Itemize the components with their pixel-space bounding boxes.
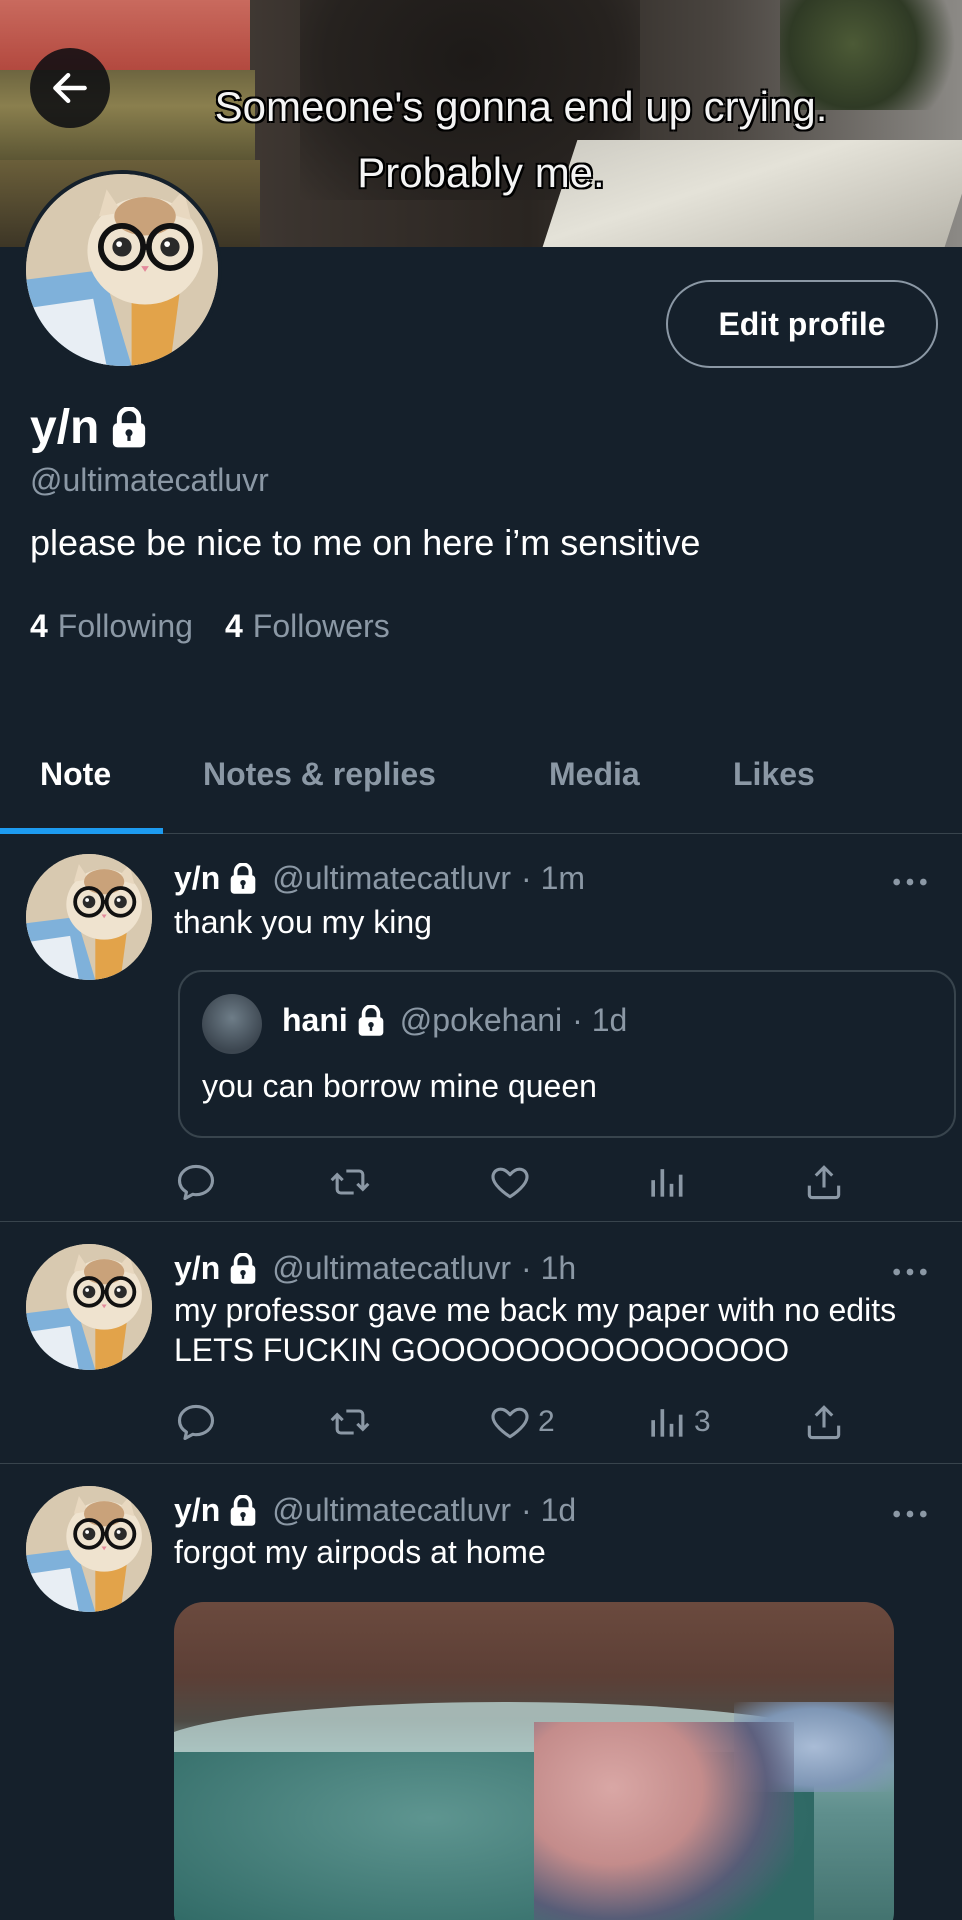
tweet-avatar[interactable] xyxy=(26,1244,152,1370)
tweet-actions: 2 3 xyxy=(174,1400,874,1448)
cat-avatar-image xyxy=(26,854,152,980)
followers-label: Followers xyxy=(252,608,390,644)
tab-media[interactable]: Media xyxy=(549,756,640,793)
lock-icon xyxy=(109,407,149,449)
back-button[interactable] xyxy=(30,48,110,128)
more-horizontal-icon[interactable] xyxy=(890,1504,930,1524)
tab-likes[interactable]: Likes xyxy=(733,756,815,793)
more-horizontal-icon[interactable] xyxy=(890,872,930,892)
tweet-media-image[interactable] xyxy=(174,1602,894,1920)
tweet-header: y/n @ultimatecatluvr · 1m xyxy=(174,860,585,897)
tab-notes-replies[interactable]: Notes & replies xyxy=(203,756,436,793)
arrow-left-icon xyxy=(53,72,87,104)
tweet-header: y/n @ultimatecatluvr · 1h xyxy=(174,1250,576,1287)
views-button[interactable]: 3 xyxy=(644,1400,711,1444)
tweet-avatar[interactable] xyxy=(26,854,152,980)
quoted-tweet-time: · 1d xyxy=(572,1002,628,1038)
tweet-avatar[interactable] xyxy=(26,1486,152,1612)
share-button[interactable] xyxy=(802,1160,846,1204)
edit-profile-button[interactable]: Edit profile xyxy=(666,280,938,368)
reply-button[interactable] xyxy=(174,1400,218,1444)
tweet-time[interactable]: · 1d xyxy=(521,1492,576,1529)
tweet-time[interactable]: · 1m xyxy=(521,860,585,897)
views-button[interactable] xyxy=(644,1160,694,1204)
share-icon xyxy=(802,1400,846,1444)
quoted-tweet-header: hani @pokehani · 1d xyxy=(282,1002,627,1039)
following-count: 4 xyxy=(30,608,48,644)
lock-icon xyxy=(228,1253,258,1285)
share-button[interactable] xyxy=(802,1400,846,1444)
views-icon xyxy=(644,1400,688,1444)
follow-stats: 4 Following 4 Followers xyxy=(30,608,390,645)
like-button[interactable]: 2 xyxy=(488,1400,555,1444)
tweet-author-handle[interactable]: @ultimatecatluvr xyxy=(272,1250,511,1287)
retweet-button[interactable] xyxy=(328,1400,372,1444)
profile-handle: @ultimatecatluvr xyxy=(30,462,269,498)
cat-avatar-image xyxy=(26,1486,152,1612)
profile-bio: please be nice to me on here i’m sensiti… xyxy=(30,522,701,563)
quoted-author-handle: @pokehani xyxy=(399,1002,563,1038)
tweet-author-handle[interactable]: @ultimatecatluvr xyxy=(272,1492,511,1529)
followers-count: 4 xyxy=(224,608,243,644)
cat-avatar-image xyxy=(26,1244,152,1370)
tweet-actions xyxy=(174,1160,874,1208)
tweet[interactable]: y/n @ultimatecatluvr · 1h my professor g… xyxy=(0,1222,962,1464)
quoted-author-name: hani xyxy=(282,1002,348,1038)
more-horizontal-icon[interactable] xyxy=(890,1262,930,1282)
quoted-tweet-text: you can borrow mine queen xyxy=(202,1068,597,1104)
tweet-text: my professor gave me back my paper with … xyxy=(174,1292,897,1368)
tweet-header: y/n @ultimatecatluvr · 1d xyxy=(174,1492,576,1529)
followers-link[interactable]: 4 Followers xyxy=(225,608,390,645)
tweet-author-handle[interactable]: @ultimatecatluvr xyxy=(272,860,511,897)
tweet-time[interactable]: · 1h xyxy=(521,1250,576,1287)
lock-icon xyxy=(228,863,258,895)
reply-icon xyxy=(174,1400,218,1444)
share-icon xyxy=(802,1160,846,1204)
views-icon xyxy=(644,1160,688,1204)
heart-icon xyxy=(488,1160,532,1204)
media-person xyxy=(534,1722,794,1920)
tweet-text: thank you my king xyxy=(174,904,432,940)
quoted-tweet[interactable]: hani @pokehani · 1d you can borrow mine … xyxy=(178,970,956,1138)
tweet-author-name[interactable]: y/n xyxy=(174,860,220,897)
lock-icon xyxy=(356,1005,386,1037)
quoted-tweet-avatar[interactable] xyxy=(202,994,262,1054)
reply-button[interactable] xyxy=(174,1160,218,1204)
tweet-author-name[interactable]: y/n xyxy=(174,1492,220,1529)
cat-avatar-image xyxy=(26,174,218,366)
profile-avatar[interactable] xyxy=(22,170,222,370)
tab-note[interactable]: Note xyxy=(40,756,111,793)
profile-display-name: y/n xyxy=(30,401,100,454)
retweet-icon xyxy=(328,1160,372,1204)
following-link[interactable]: 4 Following xyxy=(30,608,193,645)
retweet-icon xyxy=(328,1400,372,1444)
views-count: 3 xyxy=(694,1405,711,1438)
retweet-button[interactable] xyxy=(328,1160,372,1204)
banner-book xyxy=(0,0,250,70)
like-button[interactable] xyxy=(488,1160,538,1204)
banner-caption-line1: Someone's gonna end up crying. xyxy=(214,83,828,130)
reply-icon xyxy=(174,1160,218,1204)
following-label: Following xyxy=(57,608,193,644)
profile-name-row: y/n xyxy=(30,400,149,455)
tweet-text: forgot my airpods at home xyxy=(174,1534,546,1570)
like-count: 2 xyxy=(538,1405,555,1438)
tweet-author-name[interactable]: y/n xyxy=(174,1250,220,1287)
lock-icon xyxy=(228,1495,258,1527)
heart-icon xyxy=(488,1400,532,1444)
profile-tabs: Note Notes & replies Media Likes xyxy=(0,730,962,834)
